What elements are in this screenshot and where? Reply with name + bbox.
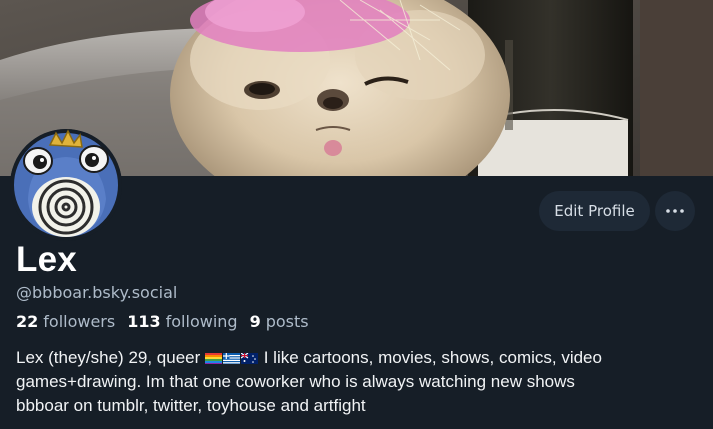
display-name: Lex bbox=[16, 240, 77, 279]
bio-line-3: bbboar on tumblr, twitter, toyhouse and … bbox=[16, 396, 366, 415]
posts-label: posts bbox=[265, 312, 309, 331]
bio-text-end: I like cartoons, movies, shows, comics, … bbox=[259, 348, 602, 367]
poliwag-avatar-icon bbox=[10, 129, 122, 241]
edit-profile-button[interactable]: Edit Profile bbox=[539, 191, 650, 231]
bio-text-start: Lex (they/she) 29, queer bbox=[16, 348, 206, 367]
handle: @bbboar.bsky.social bbox=[16, 283, 178, 302]
followers-label: followers bbox=[43, 312, 116, 331]
following-stat[interactable]: 113 following bbox=[127, 312, 237, 331]
profile-stats: 22 followers 113 following 9 posts bbox=[16, 312, 321, 331]
avatar[interactable] bbox=[10, 129, 122, 241]
followers-count: 22 bbox=[16, 312, 39, 331]
following-count: 113 bbox=[127, 312, 161, 331]
rainbow-flag-icon bbox=[205, 353, 223, 364]
bio-line-1: Lex (they/she) 29, queer I like cartoons… bbox=[16, 346, 706, 370]
profile-bio: Lex (they/she) 29, queer I like cartoons… bbox=[16, 346, 706, 418]
more-options-button[interactable] bbox=[655, 191, 695, 231]
greek-flag-icon bbox=[223, 353, 241, 364]
posts-stat: 9 posts bbox=[250, 312, 309, 331]
posts-count: 9 bbox=[249, 312, 261, 331]
following-label: following bbox=[165, 312, 238, 331]
australian-flag-icon bbox=[241, 353, 259, 364]
ellipsis-icon bbox=[666, 209, 684, 213]
bio-line-2: games+drawing. Im that one coworker who … bbox=[16, 372, 575, 391]
followers-stat[interactable]: 22 followers bbox=[16, 312, 115, 331]
